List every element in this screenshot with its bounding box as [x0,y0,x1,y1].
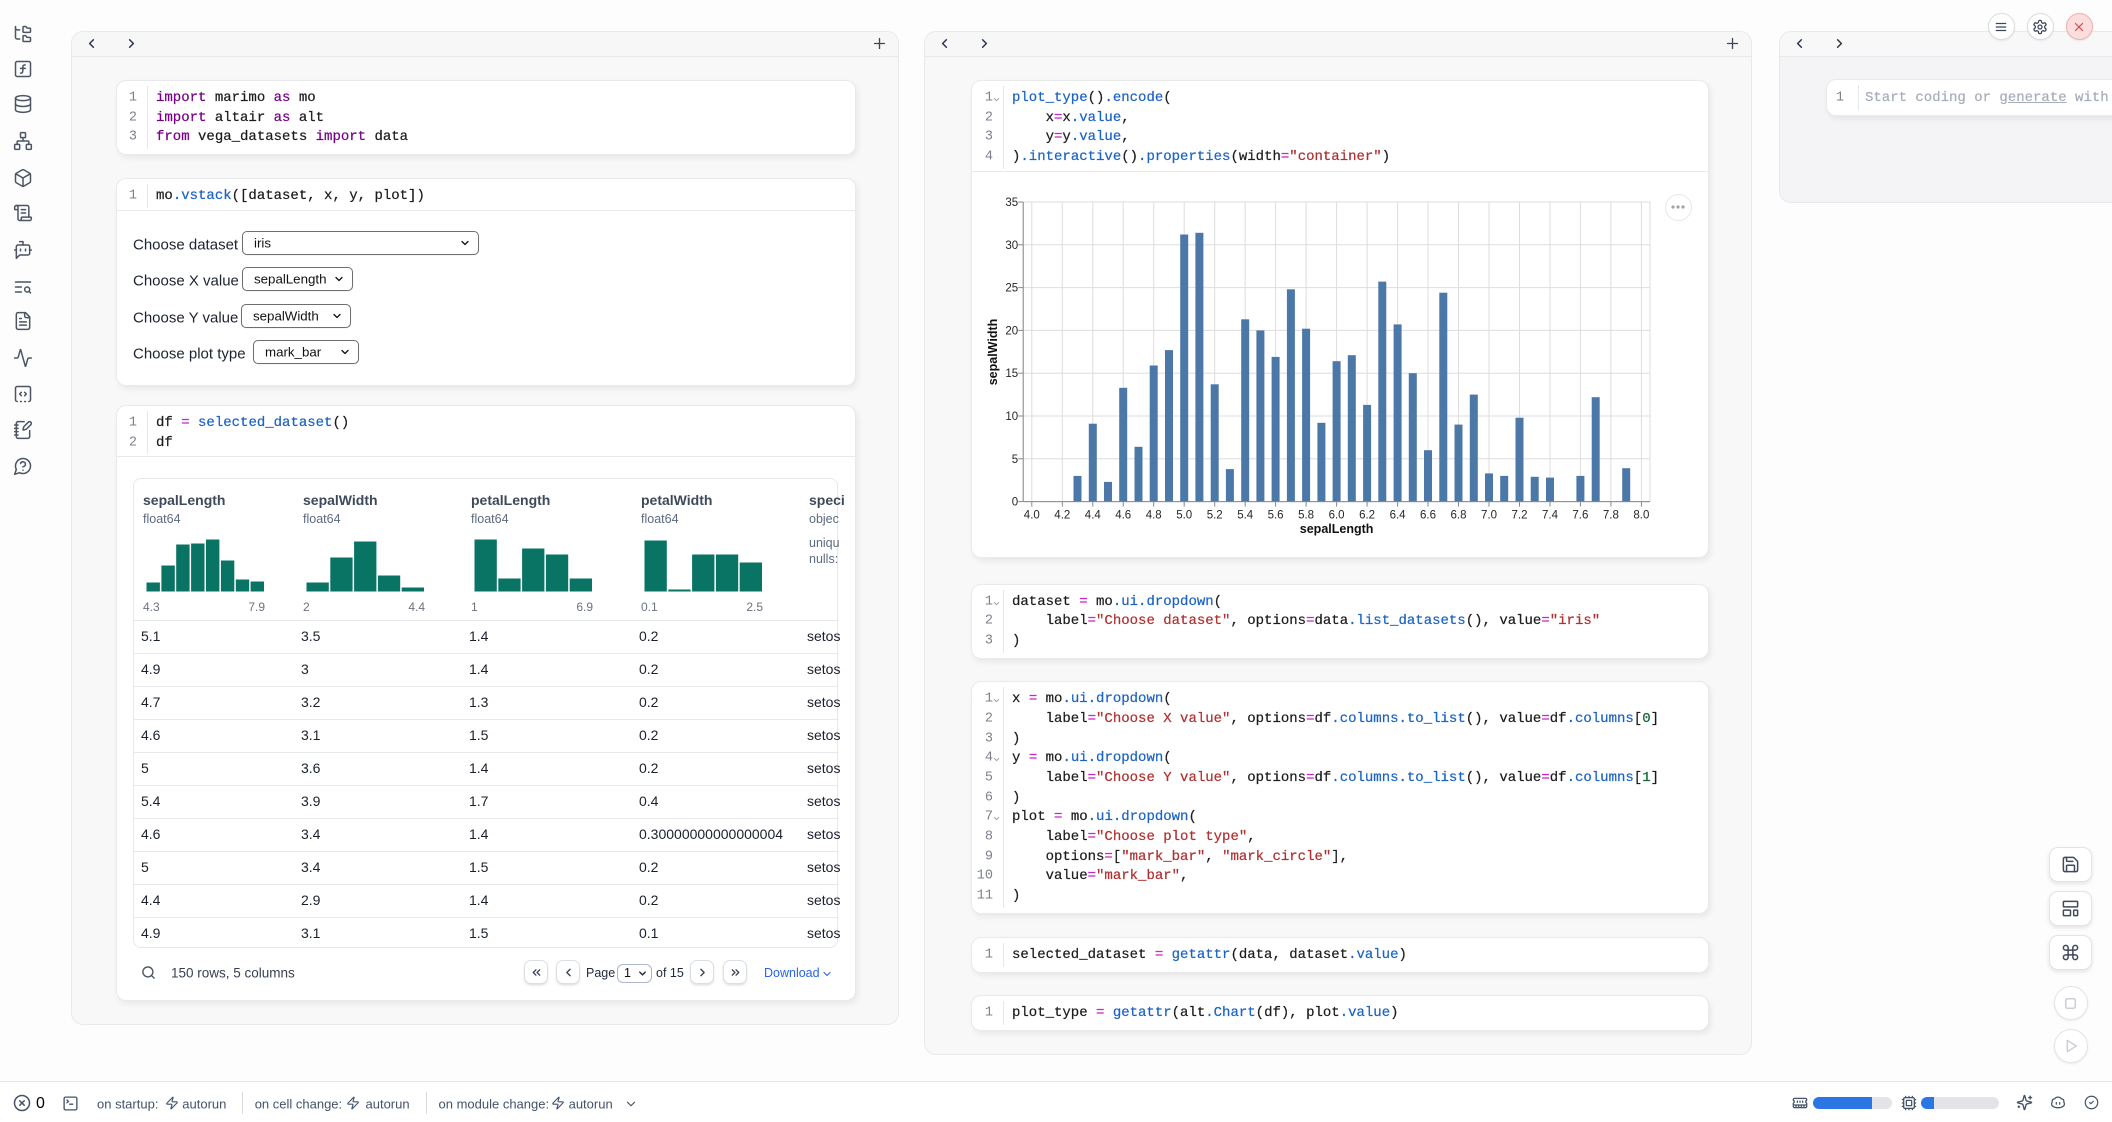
svg-text:7.8: 7.8 [1603,510,1619,522]
svg-text:25: 25 [1005,283,1018,295]
svg-text:5.4: 5.4 [1237,510,1254,522]
svg-text:4.2: 4.2 [1054,510,1070,522]
svg-text:6.8: 6.8 [1451,510,1467,522]
svg-text:10: 10 [1005,411,1018,423]
svg-text:20: 20 [1005,325,1018,337]
svg-text:sepalWidth: sepalWidth [986,319,1000,386]
svg-text:4.8: 4.8 [1146,510,1162,522]
svg-text:8.0: 8.0 [1633,510,1649,522]
svg-text:7.2: 7.2 [1512,510,1528,522]
svg-text:0: 0 [1012,497,1018,509]
svg-text:5.6: 5.6 [1268,510,1284,522]
svg-text:4.6: 4.6 [1115,510,1131,522]
svg-text:7.6: 7.6 [1572,510,1588,522]
svg-text:6.2: 6.2 [1359,510,1375,522]
svg-text:15: 15 [1005,368,1018,380]
svg-text:7.4: 7.4 [1542,510,1559,522]
svg-text:5.0: 5.0 [1176,510,1192,522]
svg-text:5.8: 5.8 [1298,510,1314,522]
svg-text:7.0: 7.0 [1481,510,1497,522]
svg-text:sepalLength: sepalLength [1300,522,1374,536]
svg-text:30: 30 [1005,240,1018,252]
svg-text:4.4: 4.4 [1085,510,1102,522]
svg-text:4.0: 4.0 [1024,510,1040,522]
svg-text:6.6: 6.6 [1420,510,1436,522]
svg-text:35: 35 [1005,197,1018,209]
svg-text:5.2: 5.2 [1207,510,1223,522]
svg-text:6.0: 6.0 [1329,510,1345,522]
svg-text:5: 5 [1012,454,1018,466]
svg-text:6.4: 6.4 [1390,510,1407,522]
